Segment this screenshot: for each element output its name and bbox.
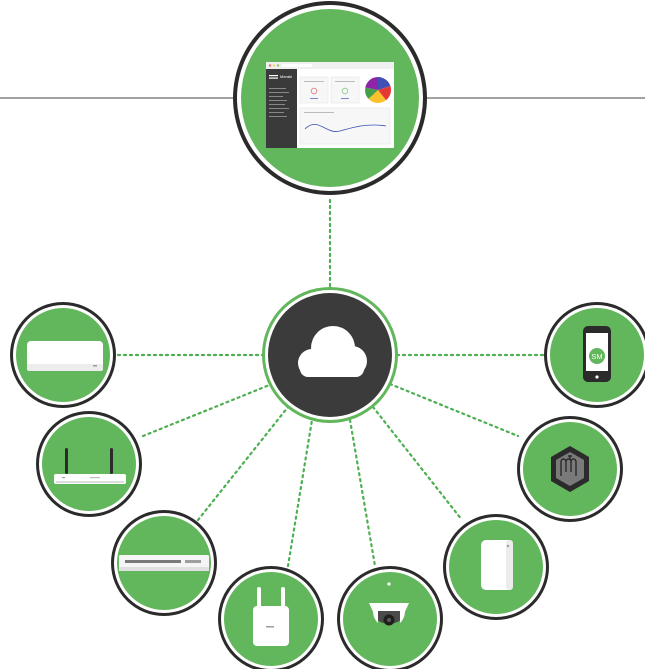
dashboard-pie-chart [365, 76, 392, 103]
dashboard-brand: Meraki [280, 74, 292, 79]
connector-right-4 [348, 418, 377, 568]
switch-icon [119, 555, 209, 571]
connector-left-3 [196, 405, 290, 522]
cellular-gateway-device [218, 566, 324, 669]
access-point-device [10, 302, 116, 408]
cloud-node [262, 287, 398, 423]
dashboard-line-card [299, 107, 391, 145]
sensor-hub-device [517, 416, 623, 522]
phone-label: SM [591, 352, 602, 361]
connector-right-2 [388, 382, 520, 438]
dashboard-window: Meraki [266, 62, 394, 148]
cloud-network-diagram: Meraki SM [0, 0, 645, 669]
access-point-icon [27, 341, 103, 371]
phone-icon: SM [583, 326, 611, 382]
camera-device [337, 566, 443, 669]
sensor-device [443, 514, 549, 620]
dashboard-card-1 [299, 76, 329, 104]
diagram-svg: Meraki SM [0, 1, 645, 669]
systems-manager-device: SM [544, 302, 645, 408]
dashboard-node: Meraki [233, 1, 427, 195]
sensor-icon [481, 540, 513, 590]
connector-left-4 [286, 418, 314, 568]
dashboard-card-2 [330, 76, 360, 104]
security-appliance-device [36, 411, 142, 517]
connector-left-2 [141, 382, 274, 438]
switch-device [111, 510, 217, 616]
connector-right-3 [371, 405, 464, 522]
